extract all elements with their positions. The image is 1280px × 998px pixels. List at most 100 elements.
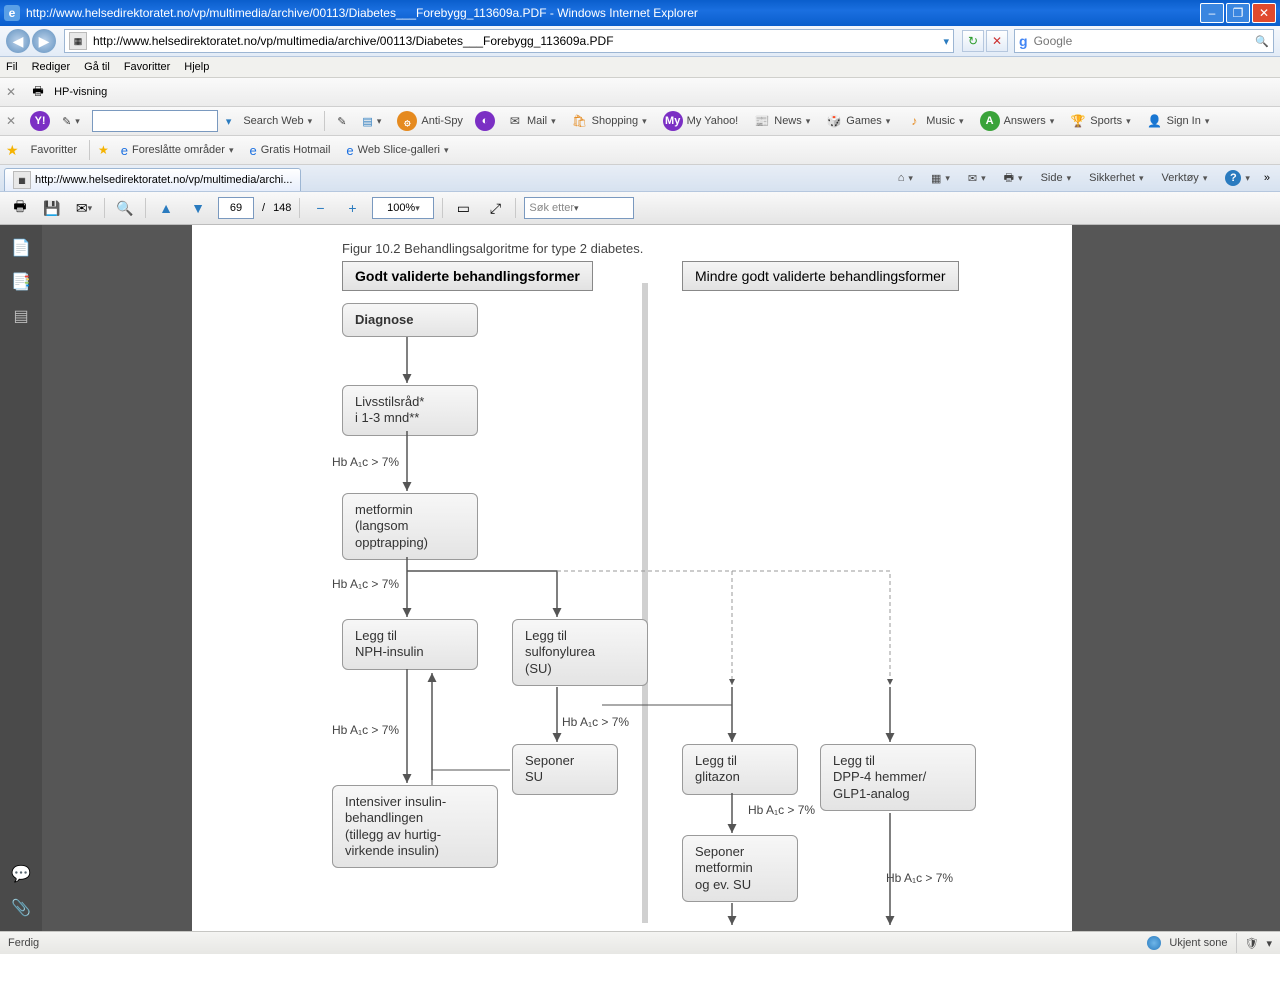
yahoo-games-button[interactable]: 🎲Games (822, 113, 894, 129)
hp-label: HP-visning (54, 86, 107, 98)
hp-icon: 🖶 (30, 84, 46, 100)
side-pages-icon[interactable]: 📑 (10, 271, 32, 293)
pdf-search-dropdown[interactable]: Søk etter (524, 197, 634, 219)
yahoo-purple-icon[interactable]: ◐ (475, 111, 495, 131)
favorites-star-icon[interactable]: ★ (6, 142, 19, 159)
pdf-zoom-out-button[interactable]: − (308, 196, 332, 220)
browser-tab[interactable]: ▦ http://www.helsedirektoratet.no/vp/mul… (4, 168, 301, 191)
yahoo-answers-button[interactable]: AAnswers (976, 111, 1059, 131)
sports-icon: 🏆 (1070, 113, 1086, 129)
label-hba1c-5: Hb A₁c > 7% (748, 803, 815, 817)
pdf-fit-page-button[interactable]: ⤢ (483, 196, 507, 220)
help-icon: ? (1225, 170, 1241, 186)
add-favorite-icon[interactable]: ★ (98, 143, 109, 157)
tab-label: http://www.helsedirektoratet.no/vp/multi… (35, 174, 292, 186)
menu-goto[interactable]: Gå til (84, 61, 110, 73)
label-hba1c-6: Hb A₁c > 7% (886, 871, 953, 885)
menu-edit[interactable]: Rediger (32, 61, 71, 73)
node-intensify: Intensiver insulin- behandlingen (tilleg… (332, 785, 498, 868)
safety-menu[interactable]: Sikkerhet (1085, 172, 1147, 184)
yahoo-search-web-button[interactable]: Search Web (239, 115, 316, 127)
forward-button[interactable]: ▶ (32, 29, 56, 53)
search-go-icon[interactable]: 🔍 (1255, 35, 1269, 48)
webslice-link[interactable]: eWeb Slice-galleri (342, 143, 452, 158)
close-button[interactable]: ✕ (1252, 3, 1276, 23)
protected-mode-icon[interactable]: 🛡 (1245, 937, 1259, 950)
yahoo-sports-button[interactable]: 🏆Sports (1066, 113, 1134, 129)
browser-search-input[interactable] (1032, 33, 1256, 49)
yahoo-close-icon[interactable]: ✕ (6, 114, 16, 128)
yahoo-search-dropdown-icon[interactable]: ▾ (226, 115, 232, 128)
node-lifestyle: Livsstilsråd* i 1-3 mnd** (342, 385, 478, 436)
yahoo-shopping-button[interactable]: 🛍Shopping (568, 113, 651, 129)
node-metformin: metformin (langsom opptrapping) (342, 493, 478, 560)
stop-button[interactable]: ✕ (986, 30, 1008, 52)
pdf-find-button[interactable]: 🔍 (113, 196, 137, 220)
yahoo-edit-icon[interactable]: ✎ (333, 115, 350, 128)
pdf-page: Figur 10.2 Behandlingsalgoritme for type… (192, 225, 1072, 931)
pdf-page-sep: / (262, 202, 265, 214)
yahoo-icon[interactable]: Y! (30, 111, 50, 131)
yahoo-mail-button[interactable]: ✉Mail (503, 113, 560, 129)
pdf-sidepane: 📄 📑 ▤ 💬 📎 (0, 225, 42, 931)
tools-menu[interactable]: Verktøy (1158, 172, 1212, 184)
yahoo-myyahoo-button[interactable]: MyMy Yahoo! (659, 111, 743, 131)
url-input[interactable] (91, 33, 943, 49)
home-button[interactable]: ⌂ (894, 172, 917, 184)
pdf-save-button[interactable]: 💾 (40, 196, 64, 220)
expand-icon[interactable]: » (1264, 172, 1270, 184)
antispy-icon: ۞ (397, 111, 417, 131)
yahoo-search-input[interactable] (92, 110, 218, 132)
pdf-toolbar: 🖶 💾 ✉ 🔍 ▲ ▼ / 148 − + 100% ▭ ⤢ Søk etter (0, 192, 1280, 225)
zone-globe-icon (1147, 936, 1161, 950)
pdf-page-down-button[interactable]: ▼ (186, 196, 210, 220)
browser-search-box[interactable]: g 🔍 (1014, 29, 1274, 53)
page-icon: ▦ (69, 32, 87, 50)
node-nph: Legg til NPH-insulin (342, 619, 478, 670)
yahoo-pencil-button[interactable]: ✎ (58, 115, 84, 128)
side-bookmarks-icon[interactable]: ▤ (10, 305, 32, 327)
yahoo-bookmark-icon[interactable]: ▤ (358, 115, 385, 128)
pdf-page-up-button[interactable]: ▲ (154, 196, 178, 220)
maximize-button[interactable]: ❐ (1226, 3, 1250, 23)
ie-small-icon: e (346, 143, 353, 158)
back-button[interactable]: ◀ (6, 29, 30, 53)
yahoo-music-button[interactable]: ♪Music (902, 113, 967, 129)
pdf-zoom-in-button[interactable]: + (340, 196, 364, 220)
hotmail-link[interactable]: eGratis Hotmail (246, 143, 335, 158)
status-dropdown-icon[interactable]: ▾ (1266, 937, 1272, 950)
url-dropdown-icon[interactable]: ▾ (943, 35, 949, 48)
pdf-zoom-dropdown[interactable]: 100% (372, 197, 434, 219)
print-button[interactable]: 🖶 (1000, 169, 1027, 188)
label-hba1c-4: Hb A₁c > 7% (562, 715, 629, 729)
suggested-sites-link[interactable]: eForeslåtte områder (117, 143, 238, 158)
menu-file[interactable]: Fil (6, 61, 18, 73)
pdf-print-button[interactable]: 🖶 (8, 196, 32, 220)
pdf-viewer: 📄 📑 ▤ 💬 📎 Figur 10.2 Behandlingsalgoritm… (0, 225, 1280, 931)
node-seponer-su: Seponer SU (512, 744, 618, 795)
status-bar: Ferdig Ukjent sone 🛡 ▾ (0, 931, 1280, 954)
refresh-button[interactable]: ↻ (962, 30, 984, 52)
yahoo-news-button[interactable]: 📰News (750, 113, 814, 129)
pdf-page-total: 148 (273, 202, 291, 214)
page-menu[interactable]: Side (1037, 172, 1076, 184)
side-comment-icon[interactable]: 💬 (10, 863, 32, 885)
minimize-button[interactable]: – (1200, 3, 1224, 23)
side-copy-icon[interactable]: 📄 (10, 237, 32, 259)
menu-help[interactable]: Hjelp (184, 61, 209, 73)
column-divider (642, 283, 648, 923)
menu-favorites[interactable]: Favoritter (124, 61, 170, 73)
yahoo-signin-button[interactable]: 👤Sign In (1143, 113, 1214, 129)
yahoo-antispy-button[interactable]: ۞Anti-Spy (393, 111, 467, 131)
pdf-page-input[interactable] (218, 197, 254, 219)
feeds-button[interactable]: ▦ (927, 172, 954, 185)
pdf-fit-width-button[interactable]: ▭ (451, 196, 475, 220)
favorites-button[interactable]: Favoritter (27, 144, 81, 156)
mail-icon: ✉ (507, 113, 523, 129)
side-attach-icon[interactable]: 📎 (10, 897, 32, 919)
pdf-share-button[interactable]: ✉ (72, 196, 96, 220)
address-bar[interactable]: ▦ ▾ (64, 29, 954, 53)
readmail-button[interactable]: ✉ (964, 172, 990, 185)
hp-close-icon[interactable]: ✕ (6, 85, 16, 99)
help-button[interactable]: ? (1221, 170, 1254, 186)
